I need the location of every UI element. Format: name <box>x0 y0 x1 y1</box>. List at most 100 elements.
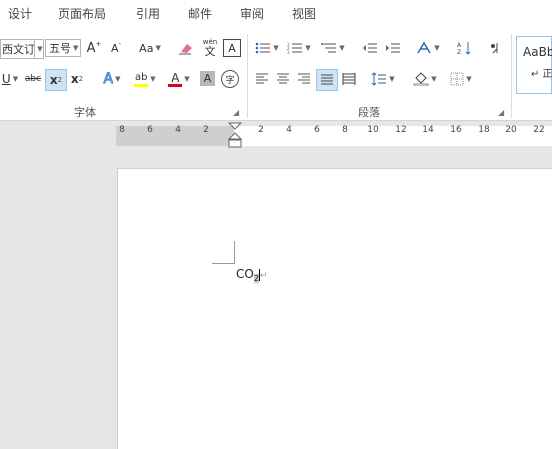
underline-button[interactable]: U ▼ <box>0 69 20 89</box>
line-spacing-button[interactable]: ▼ <box>368 69 398 89</box>
ruler-tick: 14 <box>422 125 434 135</box>
distributed-button[interactable] <box>339 69 359 89</box>
chevron-down-icon: ▼ <box>434 44 440 52</box>
paint-bucket-icon <box>413 72 429 86</box>
ruler-tick: 18 <box>478 125 490 135</box>
chevron-down-icon: ▼ <box>150 75 156 83</box>
bullets-button[interactable]: ▼ <box>253 39 281 57</box>
ruler-tick: 8 <box>119 125 125 135</box>
tab-design[interactable]: 设计 <box>8 5 32 22</box>
borders-button[interactable]: ▼ <box>446 69 476 89</box>
paragraph-group-label: 段落 <box>358 106 380 119</box>
align-right-button[interactable] <box>295 69 313 89</box>
eraser-icon <box>179 44 192 55</box>
shading-button[interactable]: ▼ <box>410 69 440 89</box>
formula-text: CO <box>236 267 254 281</box>
align-left-button[interactable] <box>253 69 271 89</box>
underline-icon: U <box>1 72 11 86</box>
highlighter-icon: ab <box>134 71 149 87</box>
chinese-layout-button[interactable]: ▼ <box>413 39 443 57</box>
tab-references[interactable]: 引用 <box>136 5 160 22</box>
sort-button[interactable]: AZ <box>454 38 474 58</box>
show-hide-marks-button[interactable] <box>484 38 504 58</box>
paragraph-dialog-launcher[interactable]: ◢ <box>498 108 504 117</box>
svg-text:Z: Z <box>457 49 461 56</box>
align-left-icon <box>256 73 268 84</box>
indent-marker-icon[interactable] <box>227 121 243 153</box>
chevron-down-icon: ▼ <box>184 75 190 83</box>
shrink-font-button[interactable]: A- <box>106 39 126 57</box>
style-normal-preview[interactable]: AaBbC ↵ 正 <box>516 36 552 94</box>
borders-icon <box>450 72 464 86</box>
numbering-button[interactable]: 1 2 3 ▼ <box>285 39 313 57</box>
chevron-down-icon: ▼ <box>339 44 345 52</box>
strikethrough-icon: abc <box>24 74 42 84</box>
increase-indent-button[interactable] <box>383 39 403 57</box>
font-dialog-launcher[interactable]: ◢ <box>233 108 239 117</box>
svg-text:A: A <box>457 42 462 49</box>
tab-mailings[interactable]: 邮件 <box>188 5 212 22</box>
font-group-label: 字体 <box>74 106 96 119</box>
highlight-swatch <box>134 83 149 87</box>
strikethrough-button[interactable]: abc <box>23 69 43 89</box>
multilevel-list-button[interactable]: ▼ <box>318 39 348 57</box>
increase-indent-icon <box>386 43 400 53</box>
highlight-color-button[interactable]: ab ▼ <box>130 69 160 89</box>
font-size-select[interactable]: 五号 ▼ <box>45 39 81 57</box>
character-border-icon: A <box>228 41 236 55</box>
font-name-input[interactable]: 西文订 <box>0 39 37 59</box>
subscript-icon-sub: 2 <box>57 76 63 84</box>
align-right-icon <box>298 73 310 84</box>
decrease-indent-icon <box>363 43 377 53</box>
align-center-button[interactable] <box>274 69 292 89</box>
character-border-button[interactable]: A <box>223 39 241 57</box>
ruler-tick: 8 <box>342 125 348 135</box>
subscript-button[interactable]: x2 <box>45 69 67 91</box>
justify-icon <box>321 74 333 85</box>
font-color-button[interactable]: A ▼ <box>165 69 193 89</box>
ribbon-tab-bar: 设计 页面布局 引用 邮件 审阅 视图 <box>0 0 552 28</box>
numbered-list-icon: 123 <box>287 42 303 54</box>
superscript-icon: x <box>70 72 79 86</box>
chevron-down-icon: ▼ <box>466 75 472 83</box>
tab-view[interactable]: 视图 <box>292 5 316 22</box>
decrease-indent-button[interactable] <box>360 39 380 57</box>
change-case-icon: Aa <box>139 41 154 55</box>
tab-review[interactable]: 审阅 <box>240 5 264 22</box>
character-shading-button[interactable]: A <box>200 71 215 86</box>
text-effects-button[interactable]: A ▼ <box>97 69 127 89</box>
chevron-down-icon: ▼ <box>12 75 19 83</box>
horizontal-ruler[interactable]: 8 6 4 2 2 4 6 8 10 12 14 16 18 20 22 <box>0 121 552 151</box>
ruler-tick: 4 <box>286 125 292 135</box>
ribbon: 西文订 ▼ 五号 ▼ A + A- Aa ▼ wén 文 A U ▼ abc x2 x… <box>0 28 552 121</box>
group-divider <box>511 34 512 118</box>
tab-page-layout[interactable]: 页面布局 <box>58 5 106 22</box>
chevron-down-icon: ▼ <box>273 44 279 52</box>
font-color-swatch <box>168 83 183 87</box>
justify-button[interactable] <box>316 69 338 91</box>
enclose-characters-button[interactable]: 字 <box>221 70 239 88</box>
chevron-down-icon: ▼ <box>37 45 43 53</box>
font-size-value: 五号 <box>49 42 71 55</box>
grow-font-button[interactable]: A + <box>84 39 104 57</box>
chevron-down-icon: ▼ <box>389 75 395 83</box>
chinese-layout-icon <box>417 41 431 54</box>
ruler-tick: 20 <box>505 125 517 135</box>
document-page[interactable]: CO2↵ <box>117 168 552 449</box>
phonetic-guide-button[interactable]: wén 文 <box>200 37 220 59</box>
superscript-button[interactable]: x2 <box>67 69 87 89</box>
font-name-dropdown[interactable]: ▼ <box>34 39 44 59</box>
chevron-down-icon: ▼ <box>431 75 437 83</box>
style-preview-text: AaBbC <box>523 45 552 59</box>
line-spacing-icon <box>371 72 387 86</box>
clear-formatting-button[interactable] <box>176 39 196 57</box>
change-case-button[interactable]: Aa ▼ <box>134 39 166 57</box>
document-text[interactable]: CO2↵ <box>236 267 267 284</box>
paragraph-mark-icon <box>491 43 498 54</box>
ruler-tick: 12 <box>395 125 407 135</box>
highlight-text: ab <box>135 71 148 83</box>
chevron-down-icon: ▼ <box>73 44 79 52</box>
chevron-down-icon: ▼ <box>115 75 121 83</box>
bullet-list-icon <box>255 42 271 54</box>
phonetic-guide-icon: 文 <box>204 44 216 58</box>
